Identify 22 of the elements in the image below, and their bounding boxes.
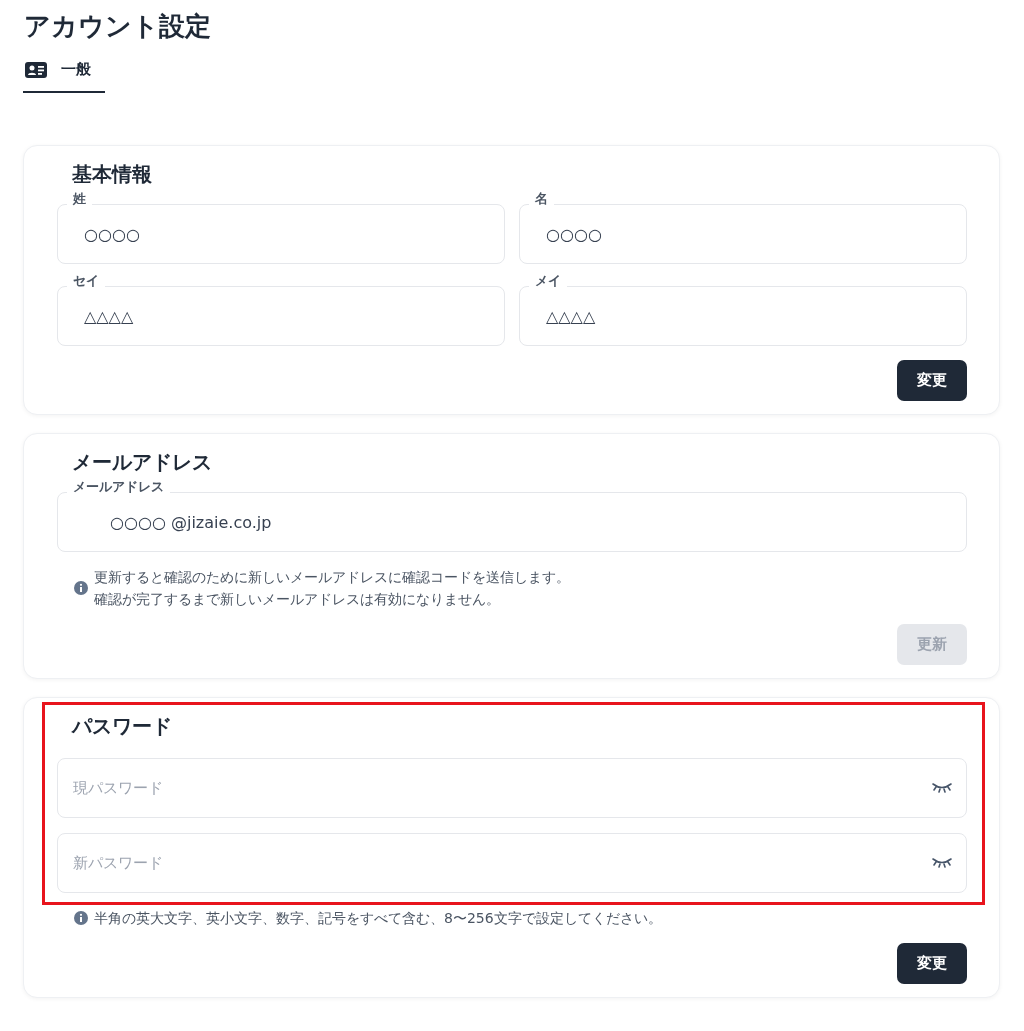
tab[interactable]: 一般 [23, 60, 105, 93]
text-field[interactable]: ○○○○ [57, 204, 505, 264]
text-field[interactable]: ○○○○ [519, 204, 967, 264]
password-field[interactable]: 現パスワード [57, 758, 967, 818]
password-field[interactable]: 新パスワード [57, 833, 967, 893]
page-title: アカウント設定 [24, 10, 212, 43]
info-icon [74, 911, 88, 925]
info-icon [74, 581, 88, 595]
text-field[interactable]: △△△△ [57, 286, 505, 346]
note-text: 半角の英大文字、英小文字、数字、記号をすべて含む、8〜256文字で設定してください。 [94, 909, 662, 928]
eye-closed-icon[interactable] [931, 857, 953, 869]
text-field[interactable]: △△△△ [519, 286, 967, 346]
id-card-icon [25, 61, 47, 78]
note-text: 更新すると確認のために新しいメールアドレスに確認コードを送信します。 [94, 568, 570, 587]
note-text: 確認が完了するまで新しいメールアドレスは有効になりません。 [94, 590, 501, 609]
section-heading: メールアドレス [72, 449, 213, 476]
change-button[interactable]: 変更 [897, 360, 967, 401]
change-button[interactable]: 変更 [897, 943, 967, 984]
section-heading: パスワード [72, 713, 173, 740]
text-field[interactable]: ○○○○ @jizaie.co.jp [57, 492, 967, 552]
eye-closed-icon[interactable] [931, 782, 953, 794]
section-heading: 基本情報 [72, 161, 153, 188]
